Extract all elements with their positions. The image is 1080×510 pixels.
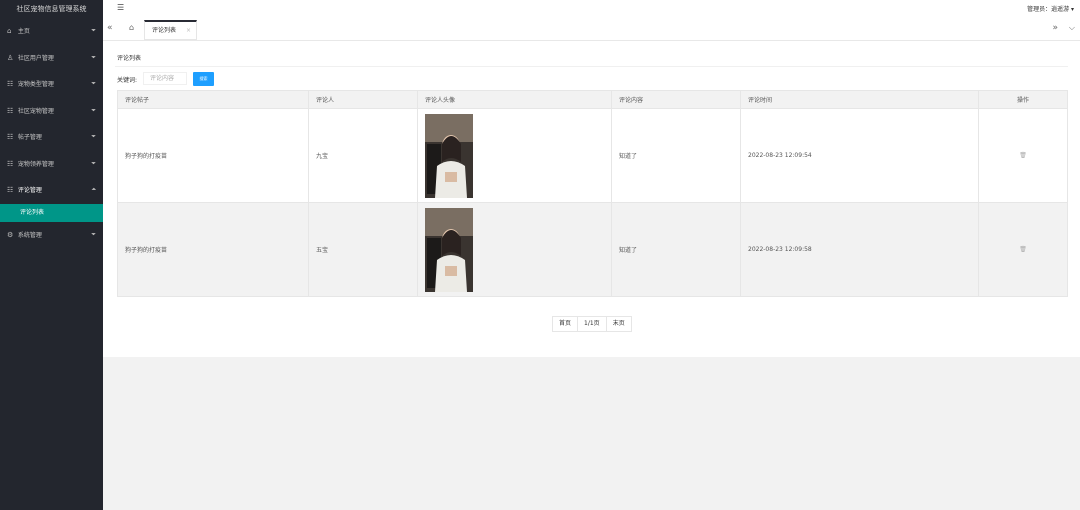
sidebar-item-pet-types[interactable]: ☷ 宠物类型管理 ⏷ xyxy=(0,71,103,98)
avatar xyxy=(425,113,473,198)
chevron-down-icon[interactable]: ⌵ xyxy=(1069,23,1075,33)
cell-action: 🗑 xyxy=(978,108,1068,203)
cell-content: 知道了 xyxy=(611,202,741,297)
gear-icon: ⚙ xyxy=(7,230,14,239)
column-header: 评论帖子 xyxy=(117,90,309,109)
page-indicator: 1/1页 xyxy=(578,317,607,331)
admin-user-menu[interactable]: 管理员：逍遥游 ▾ xyxy=(1027,4,1074,13)
tab-bar: « ⌂ 评论列表 × » ⌵ xyxy=(103,18,1080,41)
sidebar-item-community-pets[interactable]: ☷ 社区宠物管理 ⏷ xyxy=(0,98,103,125)
tab-label: 评论列表 xyxy=(152,27,177,34)
sidebar-item-label: 评论管理 xyxy=(17,187,42,194)
sidebar-item-posts[interactable]: ☷ 帖子管理 ⏷ xyxy=(0,124,103,151)
cell-user: 五宝 xyxy=(308,202,418,297)
cell-avatar xyxy=(417,108,612,203)
home-tab-icon[interactable]: ⌂ xyxy=(129,23,134,32)
menu-toggle-icon[interactable]: ☰ xyxy=(117,3,124,12)
table-row: 狗子狗的打疫苗 九宝 知道了 2022-08-23 12:09:54 🗑 xyxy=(117,108,1068,203)
top-header: ☰ 管理员：逍遥游 ▾ xyxy=(103,0,1080,18)
cell-post: 狗子狗的打疫苗 xyxy=(117,108,309,203)
column-header: 操作 xyxy=(978,90,1068,109)
cell-avatar xyxy=(417,202,612,297)
last-page-button[interactable]: 末页 xyxy=(607,317,631,331)
delete-icon[interactable]: 🗑 xyxy=(1019,246,1027,253)
comments-table: 评论帖子 评论人 评论人头像 评论内容 评论时间 操作 狗子狗的打疫苗 九宝 知… xyxy=(117,90,1068,297)
divider xyxy=(115,66,1068,67)
sidebar: 社区宠物信息管理系统 ⌂ 主页 ⏷ ♙ 社区用户管理 ⏷ ☷ 宠物类型管理 ⏷ … xyxy=(0,0,103,510)
chevron-down-icon: ⏷ xyxy=(91,133,96,140)
chevron-down-icon: ⏷ xyxy=(91,53,96,61)
column-header: 评论内容 xyxy=(611,90,741,109)
cell-content: 知道了 xyxy=(611,108,741,203)
chevron-down-icon: ⏷ xyxy=(91,106,96,114)
sidebar-item-label: 帖子管理 xyxy=(17,134,42,141)
content-card: 评论列表 关键词: 评论内容 搜索 评论帖子 评论人 评论人头像 评论内容 评论… xyxy=(103,41,1080,357)
chevron-up-icon: ⏶ xyxy=(91,186,96,193)
sidebar-item-adoption[interactable]: ☷ 宠物领养管理 ⏷ xyxy=(0,151,103,178)
tab-scroll-left-icon[interactable]: « xyxy=(107,23,113,33)
column-header: 评论人 xyxy=(308,90,418,109)
chevron-down-icon: ⏷ xyxy=(91,159,96,167)
sidebar-item-label: 社区用户管理 xyxy=(17,54,54,62)
cell-post: 狗子狗的打疫苗 xyxy=(117,202,309,297)
tab-comment-list[interactable]: 评论列表 × xyxy=(144,20,197,40)
pagination: 首页 1/1页 末页 xyxy=(552,316,632,332)
chevron-down-icon: ⏷ xyxy=(91,230,96,238)
list-icon: ☷ xyxy=(7,106,14,115)
cell-action: 🗑 xyxy=(978,202,1068,297)
sidebar-item-community-users[interactable]: ♙ 社区用户管理 ⏷ xyxy=(0,45,103,72)
sidebar-item-system[interactable]: ⚙ 系统管理 ⏷ xyxy=(0,222,103,249)
column-header: 评论人头像 xyxy=(417,90,612,109)
search-input[interactable]: 评论内容 xyxy=(143,72,187,85)
cell-time: 2022-08-23 12:09:58 xyxy=(740,202,979,297)
cell-time: 2022-08-23 12:09:54 xyxy=(740,108,979,203)
avatar xyxy=(425,207,473,292)
sidebar-item-label: 宠物类型管理 xyxy=(17,81,54,88)
sidebar-item-home[interactable]: ⌂ 主页 ⏷ xyxy=(0,18,103,45)
list-icon: ☷ xyxy=(7,133,14,141)
user-icon: ♙ xyxy=(7,53,14,62)
sidebar-item-label: 社区宠物管理 xyxy=(17,107,54,115)
cell-user: 九宝 xyxy=(308,108,418,203)
list-icon: ☷ xyxy=(7,186,14,194)
delete-icon[interactable]: 🗑 xyxy=(1019,152,1027,159)
table-row: 狗子狗的打疫苗 五宝 知道了 2022-08-23 12:09:58 🗑 xyxy=(117,202,1068,297)
sidebar-item-label: 系统管理 xyxy=(17,231,42,239)
table-header-row: 评论帖子 评论人 评论人头像 评论内容 评论时间 操作 xyxy=(117,90,1068,109)
list-icon: ☷ xyxy=(7,80,14,88)
search-label: 关键词: xyxy=(117,77,138,84)
first-page-button[interactable]: 首页 xyxy=(553,317,579,331)
column-header: 评论时间 xyxy=(740,90,979,109)
tab-scroll-right-icon[interactable]: » xyxy=(1052,23,1058,33)
sidebar-subitem-comment-list[interactable]: 评论列表 xyxy=(0,203,103,222)
home-icon: ⌂ xyxy=(7,27,12,35)
chevron-down-icon: ⏷ xyxy=(91,27,96,34)
sidebar-item-label: 主页 xyxy=(17,28,30,35)
close-icon[interactable]: × xyxy=(186,22,191,39)
page-title: 评论列表 xyxy=(117,55,142,62)
app-title: 社区宠物信息管理系统 xyxy=(16,5,87,13)
list-icon: ☷ xyxy=(7,159,14,168)
chevron-down-icon: ⏷ xyxy=(91,80,96,87)
search-button[interactable]: 搜索 xyxy=(193,72,214,86)
sidebar-item-label: 宠物领养管理 xyxy=(17,160,54,168)
sidebar-item-comments[interactable]: ☷ 评论管理 ⏶ xyxy=(0,177,103,204)
